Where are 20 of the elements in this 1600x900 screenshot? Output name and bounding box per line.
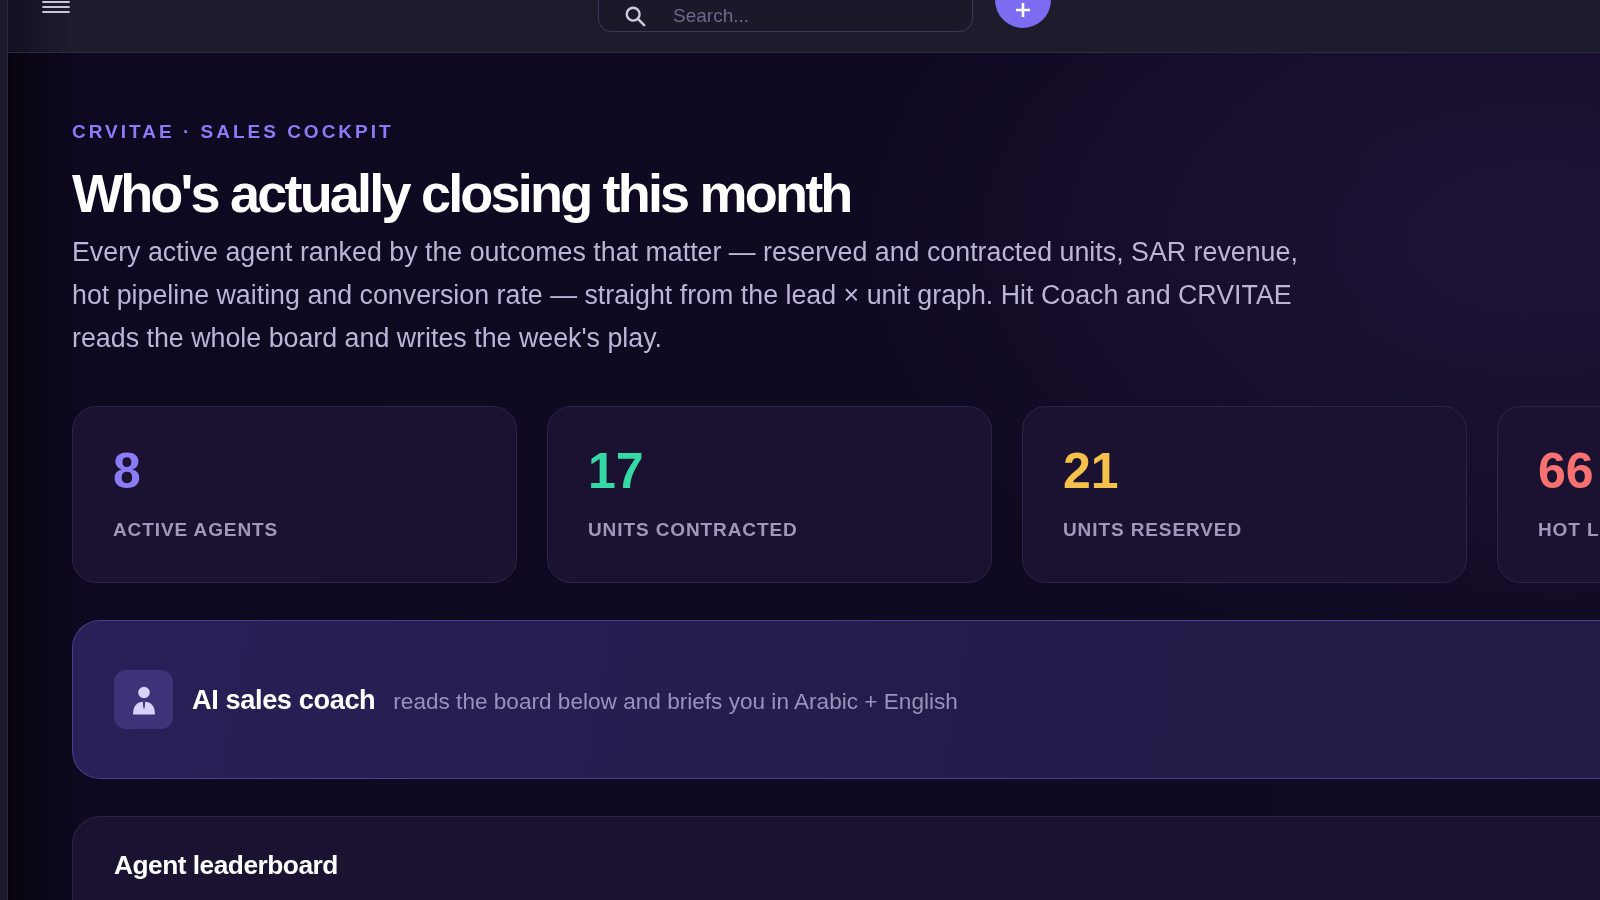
stat-label: UNITS RESERVED [1063, 518, 1244, 542]
stat-label: UNITS CONTRACTED [588, 518, 799, 542]
page-description: Every active agent ranked by the outcomes that matter — reserved and contracted units, SAR revenue, hot pipeline waiting and conversion rate — straight from the lead × unit graph. Hit Coach and CRVITAE reads the whole board and writes the week's play. [72, 236, 1299, 355]
stat-label: HOT L [1538, 518, 1600, 542]
add-button[interactable] [995, 0, 1051, 28]
stat-value: 21 [1063, 443, 1120, 499]
search-field[interactable]: Search... [598, 0, 973, 32]
coach-title: AI sales coach [192, 683, 376, 716]
page-title: Who's actually closing this month [72, 162, 852, 224]
stat-value: 17 [588, 443, 645, 499]
stat-label: ACTIVE AGENTS [113, 518, 280, 542]
person-icon [114, 670, 173, 729]
plus-icon [1016, 3, 1030, 17]
stat-value: 66 [1538, 443, 1595, 499]
leaderboard-title: Agent leaderboard [114, 851, 339, 879]
coach-subtitle: reads the board below and briefs you in Arabic + English [393, 687, 958, 716]
stat-value: 8 [113, 443, 142, 499]
menu-icon[interactable] [42, 1, 70, 13]
header-eyebrow: CRVITAE · SALES COCKPIT [72, 120, 395, 144]
search-icon [624, 5, 646, 27]
